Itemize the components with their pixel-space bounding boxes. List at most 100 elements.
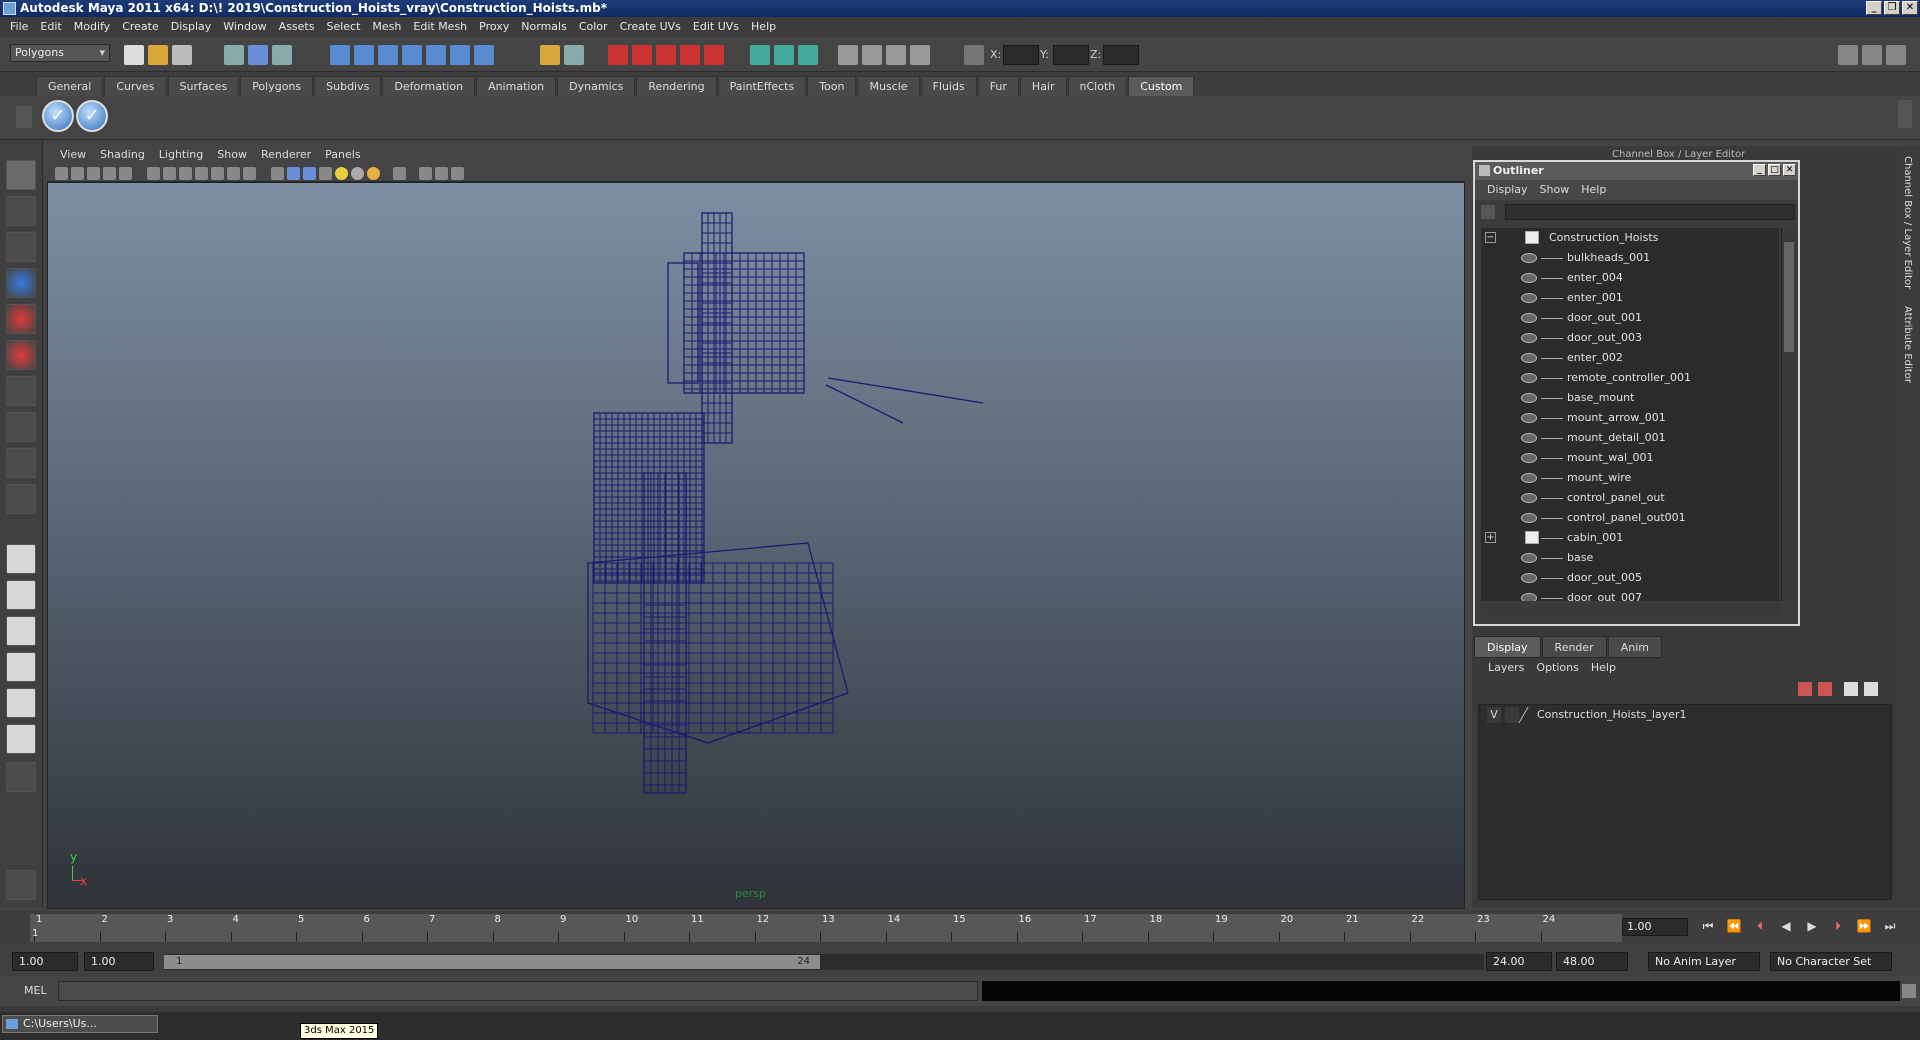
outliner-item[interactable]: + cabin_001 <box>1481 528 1779 548</box>
xray-joints-icon[interactable] <box>435 167 448 180</box>
outliner-item[interactable]: control_panel_out <box>1481 488 1779 508</box>
toggle-channels-icon[interactable] <box>1862 45 1882 65</box>
isolate-select-icon[interactable] <box>393 167 406 180</box>
layer-playback-toggle[interactable] <box>1505 707 1519 723</box>
use-all-lights-icon[interactable] <box>367 167 380 180</box>
outliner-close-button[interactable]: ✕ <box>1783 164 1796 176</box>
select-component-icon[interactable] <box>272 45 292 65</box>
channel-box-icon[interactable] <box>910 45 930 65</box>
lasso-tool-icon[interactable] <box>6 196 36 226</box>
shelf-tab-painteffects[interactable]: PaintEffects <box>717 76 807 96</box>
range-slider[interactable]: 1 24 <box>164 954 1484 970</box>
play-forward-icon[interactable]: ▶ <box>1802 919 1822 935</box>
textured-icon[interactable] <box>319 167 332 180</box>
vp-menu-panels[interactable]: Panels <box>318 146 367 164</box>
layer-options-icon[interactable] <box>1844 682 1858 696</box>
new-scene-icon[interactable] <box>124 45 144 65</box>
grid-toggle-icon[interactable] <box>119 167 132 180</box>
outliner-root-item[interactable]: − Construction_Hoists <box>1481 228 1779 248</box>
outliner-menu-display[interactable]: Display <box>1481 180 1534 200</box>
new-layer-empty-icon[interactable] <box>1798 682 1812 696</box>
restore-button[interactable]: ❐ <box>1884 1 1900 15</box>
animation-end-field[interactable]: 48.00 <box>1556 952 1628 971</box>
layer-tab-anim[interactable]: Anim <box>1607 636 1662 658</box>
side-tab-attribute-editor[interactable]: Attribute Editor <box>1902 306 1913 383</box>
film-gate-icon[interactable] <box>147 167 160 180</box>
menu-select[interactable]: Select <box>320 17 366 37</box>
cow-icon[interactable] <box>6 870 36 900</box>
four-pane-layout-icon[interactable] <box>6 580 36 610</box>
toggle-panel-icon[interactable] <box>1838 45 1858 65</box>
custom-checkmark-icon[interactable]: ✓ <box>42 100 74 132</box>
hypershade-layout-icon[interactable] <box>6 688 36 718</box>
safe-title-icon[interactable] <box>227 167 240 180</box>
mel-label[interactable]: MEL <box>24 984 47 997</box>
expand-icon[interactable]: + <box>1485 532 1496 543</box>
render-frame-icon[interactable] <box>632 45 652 65</box>
shelf-tab-hair[interactable]: Hair <box>1019 76 1067 96</box>
outliner-layout-icon[interactable] <box>6 616 36 646</box>
menu-set-dropdown[interactable]: Polygons <box>10 44 110 62</box>
select-tool-icon[interactable] <box>6 160 36 190</box>
shelf-tab-rendering[interactable]: Rendering <box>636 76 717 96</box>
layer-menu-help[interactable]: Help <box>1585 658 1622 678</box>
layer-tab-render[interactable]: Render <box>1541 636 1607 658</box>
viewport-3d[interactable]: y x persp <box>47 182 1465 909</box>
shelf-tab-ncloth[interactable]: nCloth <box>1067 76 1128 96</box>
outliner-filter-icon[interactable] <box>1481 205 1495 219</box>
menu-window[interactable]: Window <box>217 17 272 37</box>
menu-edit-uvs[interactable]: Edit UVs <box>687 17 745 37</box>
playback-end-field[interactable]: 24.00 <box>1486 952 1552 971</box>
wire-on-shaded-icon[interactable] <box>303 167 316 180</box>
outliner-item[interactable]: control_panel_out001 <box>1481 508 1779 528</box>
layer-menu-layers[interactable]: Layers <box>1482 658 1530 678</box>
layer-row[interactable]: V Construction_Hoists_layer1 <box>1479 705 1893 725</box>
collapse-icon[interactable]: − <box>1485 232 1496 243</box>
vp-menu-renderer[interactable]: Renderer <box>254 146 318 164</box>
menu-modify[interactable]: Modify <box>68 17 116 37</box>
graph-editor-icon[interactable] <box>862 45 882 65</box>
z-field[interactable] <box>1103 45 1139 65</box>
menu-edit[interactable]: Edit <box>34 17 67 37</box>
smooth-shade-icon[interactable] <box>287 167 300 180</box>
x-field[interactable] <box>1003 45 1039 65</box>
snap-point-icon[interactable] <box>378 45 398 65</box>
save-scene-icon[interactable] <box>172 45 192 65</box>
input-ops-icon[interactable] <box>564 45 584 65</box>
minimize-button[interactable]: _ <box>1866 1 1882 15</box>
open-scene-icon[interactable] <box>148 45 168 65</box>
empty-tool-slot[interactable] <box>6 484 36 514</box>
xray-icon[interactable] <box>419 167 432 180</box>
xray-components-icon[interactable] <box>451 167 464 180</box>
shelf-tab-fluids[interactable]: Fluids <box>920 76 977 96</box>
snap-plane-icon[interactable] <box>402 45 422 65</box>
step-forward-key-icon[interactable]: ⏵ <box>1828 919 1848 935</box>
outliner-item[interactable]: door_out_005 <box>1481 568 1779 588</box>
outliner-item[interactable]: mount_wal_001 <box>1481 448 1779 468</box>
last-tool-icon[interactable] <box>6 448 36 478</box>
outliner-horizontal-scrollbar[interactable] <box>1481 603 1781 617</box>
menu-mesh[interactable]: Mesh <box>366 17 407 37</box>
graph-layout-icon[interactable] <box>6 652 36 682</box>
outliner-minimize-button[interactable]: _ <box>1753 164 1766 176</box>
single-pane-layout-icon[interactable] <box>6 544 36 574</box>
vp-menu-lighting[interactable]: Lighting <box>152 146 210 164</box>
render-view-icon[interactable] <box>608 45 628 65</box>
y-field[interactable] <box>1053 45 1089 65</box>
show-hide-icon[interactable] <box>750 45 770 65</box>
current-frame-field[interactable]: 1.00 <box>1622 918 1688 936</box>
texture-icon[interactable] <box>243 167 256 180</box>
outliner-search-input[interactable] <box>1505 204 1795 220</box>
ipr-render-icon[interactable] <box>656 45 676 65</box>
help-icon[interactable] <box>474 45 494 65</box>
safe-action-icon[interactable] <box>211 167 224 180</box>
camera-icon[interactable] <box>55 167 68 180</box>
camera-attrs-icon[interactable] <box>71 167 84 180</box>
scale-tool-icon[interactable] <box>6 340 36 370</box>
image-plane-icon[interactable] <box>103 167 116 180</box>
outliner-maximize-button[interactable]: □ <box>1768 164 1781 176</box>
step-back-icon[interactable]: ⏪ <box>1724 919 1744 935</box>
wireframe-icon[interactable] <box>271 167 284 180</box>
menu-proxy[interactable]: Proxy <box>473 17 515 37</box>
shelf-tab-subdivs[interactable]: Subdivs <box>314 76 382 96</box>
